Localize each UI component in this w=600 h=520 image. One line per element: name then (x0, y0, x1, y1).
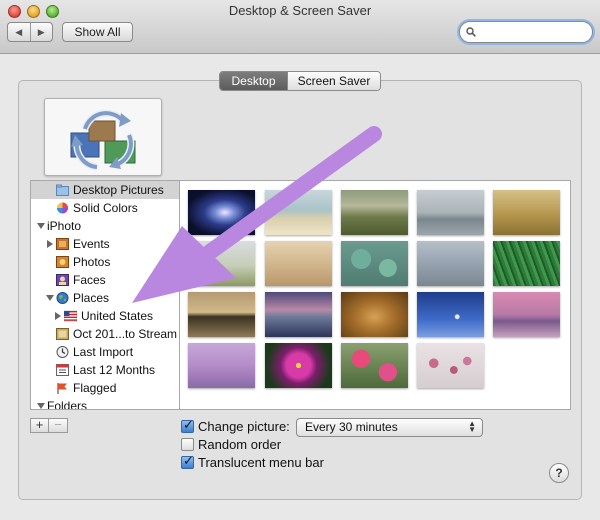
thumbnail-island-sunset[interactable] (188, 292, 255, 337)
sidebar-group-folders[interactable]: Folders (31, 397, 179, 410)
sidebar-item-photos[interactable]: Photos (31, 253, 179, 271)
thumbnail-golden-field[interactable] (493, 190, 560, 235)
thumbnail-misty-lake[interactable] (417, 241, 484, 286)
thumbnail-zebras[interactable] (265, 241, 332, 286)
search-input[interactable] (478, 25, 586, 39)
search-icon (466, 27, 476, 37)
window-title: Desktop & Screen Saver (228, 3, 372, 18)
tab-desktop[interactable]: Desktop (220, 72, 287, 90)
sidebar-item-last-12-months[interactable]: Last 12 Months (31, 361, 179, 379)
calendar-icon (56, 364, 69, 376)
sidebar-item-faces[interactable]: Faces (31, 271, 179, 289)
sidebar-group-label: iPhoto (47, 219, 82, 233)
thumbnail-purple-hills[interactable] (188, 343, 255, 388)
sidebar-item-label: Faces (73, 273, 106, 287)
thumbnail-blossom-branch[interactable] (417, 343, 484, 388)
title-bar: Desktop & Screen Saver ◀ ▶ Show All (0, 0, 600, 54)
sidebar-item-label: Places (73, 291, 110, 305)
change-picture-label: Change picture: (198, 419, 290, 434)
back-forward-control: ◀ ▶ (7, 22, 53, 42)
sidebar-group-iphoto[interactable]: iPhoto (31, 217, 179, 235)
picture-grid (180, 180, 571, 410)
disclosure-closed-icon[interactable] (54, 312, 62, 320)
translucent-menu-bar-checkbox[interactable] (181, 454, 194, 469)
interval-popup[interactable]: Every 30 minutes ▲ ▼ (296, 418, 483, 437)
sidebar-group-label: Folders (47, 399, 88, 410)
thumbnail-grass-field[interactable] (341, 190, 408, 235)
random-order-checkbox[interactable] (181, 438, 194, 451)
thumbnail-pink-flowers[interactable] (341, 343, 408, 388)
thumbnail-lion[interactable] (341, 292, 408, 337)
sidebar-item-places[interactable]: Places (31, 289, 179, 307)
thumbnail-foggy-lake[interactable] (417, 190, 484, 235)
interval-value: Every 30 minutes (305, 420, 398, 434)
sidebar-item-desktop-pictures[interactable]: Desktop Pictures (31, 181, 179, 199)
sidebar-item-label: Desktop Pictures (73, 183, 164, 197)
thumbnail-mountain-lake[interactable] (265, 292, 332, 337)
sidebar-item-photo-stream[interactable]: Oct 201...to Stream (31, 325, 179, 343)
thumbnail-lotus-flower[interactable] (265, 343, 332, 388)
sidebar-item-events[interactable]: Events (31, 235, 179, 253)
thumbnail-galaxy[interactable] (188, 190, 255, 235)
translucent-menu-bar-label: Translucent menu bar (198, 455, 324, 470)
sidebar-item-label: Flagged (73, 381, 117, 395)
show-all-button[interactable]: Show All (62, 22, 133, 42)
thumbnail-lily-pads[interactable] (341, 241, 408, 286)
disclosure-open-icon[interactable] (37, 222, 45, 230)
sidebar-item-label: Solid Colors (73, 201, 138, 215)
color-wheel-icon (57, 202, 68, 214)
photos-icon (56, 256, 69, 268)
back-icon[interactable]: ◀ (8, 23, 30, 41)
source-list: Desktop Pictures Solid Colors iPhoto Eve… (30, 180, 180, 410)
forward-icon[interactable]: ▶ (29, 23, 53, 41)
list-edit-buttons: + − (30, 418, 68, 433)
popup-arrows-icon: ▲ ▼ (468, 419, 476, 434)
disclosure-open-icon[interactable] (46, 294, 54, 302)
random-order-label: Random order (198, 437, 282, 452)
disclosure-closed-icon[interactable] (46, 240, 54, 248)
preferences-window: Desktop & Screen Saver ◀ ▶ Show All Desk… (0, 0, 600, 520)
folder-icon (56, 184, 69, 196)
thumbnail-beach[interactable] (265, 190, 332, 235)
faces-icon (56, 274, 69, 286)
search-field[interactable] (459, 21, 593, 43)
thumbnail-mount-fuji[interactable] (493, 292, 560, 337)
add-folder-button[interactable]: + (30, 418, 49, 433)
rotating-pictures-icon (70, 109, 136, 171)
import-icon (56, 346, 69, 358)
sidebar-item-label: Last Import (73, 345, 134, 359)
sidebar-item-label: Last 12 Months (73, 363, 156, 377)
sidebar-item-flagged[interactable]: Flagged (31, 379, 179, 397)
sidebar-item-label: Oct 201...to Stream (73, 327, 178, 341)
sidebar-item-label: Photos (73, 255, 111, 269)
sidebar-item-label: Events (73, 237, 110, 251)
flag-icon (57, 383, 67, 394)
desktop-preview (44, 98, 162, 176)
sidebar-item-last-import[interactable]: Last Import (31, 343, 179, 361)
sidebar-item-label: United States (81, 309, 154, 323)
globe-icon (56, 292, 69, 304)
help-button[interactable]: ? (549, 463, 569, 483)
thumbnail-moon[interactable] (417, 292, 484, 337)
tab-screen-saver[interactable]: Screen Saver (287, 72, 380, 90)
photostream-icon (56, 328, 69, 340)
sidebar-item-united-states[interactable]: United States (31, 307, 179, 325)
tab-bar: Desktop Screen Saver (219, 71, 381, 91)
change-picture-checkbox[interactable] (181, 418, 194, 433)
thumbnail-elephant[interactable] (188, 241, 255, 286)
remove-folder-button[interactable]: − (49, 418, 68, 433)
events-icon (56, 238, 69, 250)
sidebar-item-solid-colors[interactable]: Solid Colors (31, 199, 179, 217)
thumbnail-green-grass[interactable] (493, 241, 560, 286)
disclosure-open-icon[interactable] (37, 402, 45, 410)
us-flag-icon (64, 310, 77, 322)
